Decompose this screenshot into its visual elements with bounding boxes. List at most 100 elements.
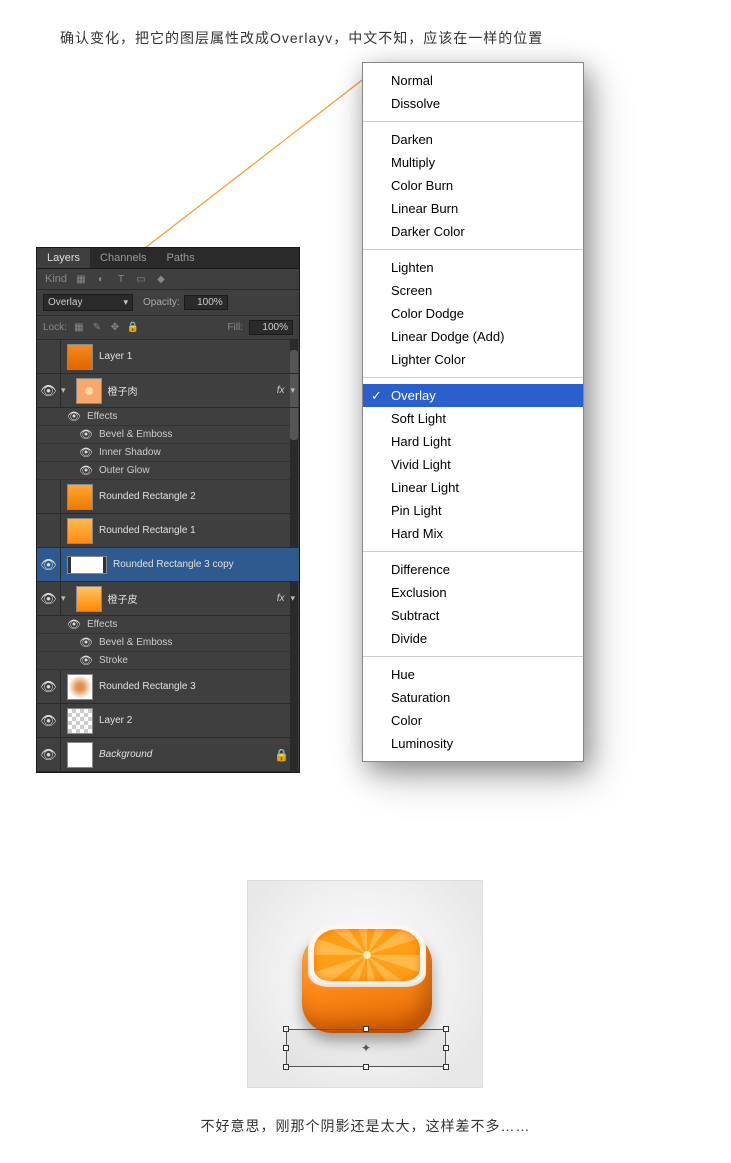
filter-pixel-icon[interactable]: ▦ <box>75 273 87 285</box>
blend-mode-option[interactable]: Lighten <box>363 256 583 279</box>
eye-icon[interactable]: 👁 <box>37 340 61 373</box>
layer-thumbnail[interactable] <box>67 742 93 768</box>
blend-mode-option[interactable]: Linear Burn <box>363 197 583 220</box>
opacity-input[interactable]: 100% <box>184 295 228 310</box>
tab-channels[interactable]: Channels <box>90 248 156 268</box>
blend-mode-option[interactable]: Hue <box>363 663 583 686</box>
layer-name-label[interactable]: Layer 1 <box>99 351 299 362</box>
blend-mode-option[interactable]: Exclusion <box>363 581 583 604</box>
layer-effects-header[interactable]: 👁Effects <box>37 408 299 426</box>
fx-badge[interactable]: fx <box>277 385 285 396</box>
lock-move-icon[interactable]: ✥ <box>109 322 121 334</box>
layer-name-label[interactable]: Rounded Rectangle 1 <box>99 525 299 536</box>
fx-badge[interactable]: fx <box>277 593 285 604</box>
layer-effect-item[interactable]: 👁Outer Glow <box>37 462 299 480</box>
eye-icon[interactable]: 👁 <box>37 514 61 547</box>
eye-icon[interactable]: 👁 <box>37 704 61 737</box>
eye-icon[interactable]: 👁 <box>79 654 93 667</box>
tab-paths[interactable]: Paths <box>157 248 205 268</box>
blend-mode-option[interactable]: Saturation <box>363 686 583 709</box>
layer-row[interactable]: 👁 Layer 2 <box>37 704 299 738</box>
fx-disclosure-icon[interactable]: ▾ <box>290 593 295 604</box>
filter-shape-icon[interactable]: ▭ <box>135 273 147 285</box>
fx-disclosure-icon[interactable]: ▾ <box>290 385 295 396</box>
layer-name-label[interactable]: Rounded Rectangle 3 <box>99 681 299 692</box>
layer-row[interactable]: 👁 Rounded Rectangle 3 copy <box>37 548 299 582</box>
handle-bot-left[interactable] <box>283 1064 289 1070</box>
handle-top-left[interactable] <box>283 1026 289 1032</box>
blend-mode-option[interactable]: Luminosity <box>363 732 583 755</box>
blend-mode-option[interactable]: Divide <box>363 627 583 650</box>
handle-mid-left[interactable] <box>283 1045 289 1051</box>
layer-name-label[interactable]: Rounded Rectangle 2 <box>99 491 299 502</box>
handle-bot-right[interactable] <box>443 1064 449 1070</box>
eye-icon[interactable]: 👁 <box>37 670 61 703</box>
handle-bot-mid[interactable] <box>363 1064 369 1070</box>
disclosure-triangle-icon[interactable]: ▾ <box>61 593 66 604</box>
layer-effect-item[interactable]: 👁Stroke <box>37 652 299 670</box>
eye-icon[interactable]: 👁 <box>79 446 93 459</box>
blend-mode-option[interactable]: Linear Light <box>363 476 583 499</box>
layer-row[interactable]: 👁▾橙子皮fx▾ <box>37 582 299 616</box>
layer-thumbnail[interactable] <box>76 378 102 404</box>
tab-layers[interactable]: Layers <box>37 248 90 268</box>
eye-icon[interactable]: 👁 <box>67 410 81 423</box>
layer-thumbnail[interactable] <box>67 484 93 510</box>
layer-thumbnail[interactable] <box>76 586 102 612</box>
layer-row[interactable]: 👁 Layer 1 <box>37 340 299 374</box>
transform-center-icon[interactable]: ✦ <box>361 1043 371 1053</box>
blend-mode-option[interactable]: Difference <box>363 558 583 581</box>
blend-mode-option[interactable]: Hard Light <box>363 430 583 453</box>
disclosure-triangle-icon[interactable]: ▾ <box>61 385 66 396</box>
blend-mode-option[interactable]: Darker Color <box>363 220 583 243</box>
eye-icon[interactable]: 👁 <box>79 464 93 477</box>
blend-mode-option[interactable]: Darken <box>363 128 583 151</box>
handle-top-right[interactable] <box>443 1026 449 1032</box>
lock-all-icon[interactable]: 🔒 <box>127 322 139 334</box>
blend-mode-option[interactable]: Color Dodge <box>363 302 583 325</box>
layer-name-label[interactable]: Background <box>99 749 274 760</box>
blend-mode-option[interactable]: Linear Dodge (Add) <box>363 325 583 348</box>
blend-mode-select[interactable]: Overlay <box>43 294 133 311</box>
blend-mode-option[interactable]: Subtract <box>363 604 583 627</box>
blend-mode-option[interactable]: Multiply <box>363 151 583 174</box>
layer-effect-item[interactable]: 👁Inner Shadow <box>37 444 299 462</box>
layer-effect-item[interactable]: 👁Bevel & Emboss <box>37 426 299 444</box>
layer-thumbnail[interactable] <box>67 708 93 734</box>
layer-name-label[interactable]: Rounded Rectangle 3 copy <box>113 559 299 570</box>
blend-mode-option[interactable]: Screen <box>363 279 583 302</box>
eye-icon[interactable]: 👁 <box>79 636 93 649</box>
eye-icon[interactable]: 👁 <box>37 738 61 771</box>
blend-mode-option[interactable]: Pin Light <box>363 499 583 522</box>
layer-thumbnail[interactable] <box>67 518 93 544</box>
handle-mid-right[interactable] <box>443 1045 449 1051</box>
eye-icon[interactable]: 👁 <box>37 582 61 615</box>
layer-row[interactable]: 👁 Rounded Rectangle 3 <box>37 670 299 704</box>
blend-mode-option[interactable]: Lighter Color <box>363 348 583 371</box>
layer-name-label[interactable]: Layer 2 <box>99 715 299 726</box>
eye-icon[interactable]: 👁 <box>67 618 81 631</box>
layer-thumbnail[interactable] <box>67 344 93 370</box>
blend-mode-option[interactable]: Color Burn <box>363 174 583 197</box>
layer-name-label[interactable]: 橙子皮 <box>108 591 277 606</box>
blend-mode-option[interactable]: Vivid Light <box>363 453 583 476</box>
layer-name-label[interactable]: 橙子肉 <box>108 383 277 398</box>
filter-type-icon[interactable]: T <box>115 273 127 285</box>
filter-adjust-icon[interactable]: ◐ <box>95 273 107 285</box>
blend-mode-option[interactable]: Dissolve <box>363 92 583 115</box>
blend-mode-option[interactable]: Color <box>363 709 583 732</box>
eye-icon[interactable]: 👁 <box>37 548 61 581</box>
transform-bounding-box[interactable]: ✦ <box>286 1029 446 1067</box>
eye-icon[interactable]: 👁 <box>37 374 61 407</box>
lock-paint-icon[interactable]: ✎ <box>91 322 103 334</box>
lock-transparency-icon[interactable]: ▦ <box>73 322 85 334</box>
blend-mode-option[interactable]: Soft Light <box>363 407 583 430</box>
layer-row[interactable]: 👁Background🔒 <box>37 738 299 772</box>
layer-effects-header[interactable]: 👁Effects <box>37 616 299 634</box>
layer-row[interactable]: 👁 Rounded Rectangle 1 <box>37 514 299 548</box>
layer-effect-item[interactable]: 👁Bevel & Emboss <box>37 634 299 652</box>
blend-mode-option[interactable]: Normal <box>363 69 583 92</box>
layer-thumbnail[interactable] <box>67 556 107 574</box>
filter-smart-icon[interactable]: ◆ <box>155 273 167 285</box>
layer-row[interactable]: 👁▾橙子肉fx▾ <box>37 374 299 408</box>
